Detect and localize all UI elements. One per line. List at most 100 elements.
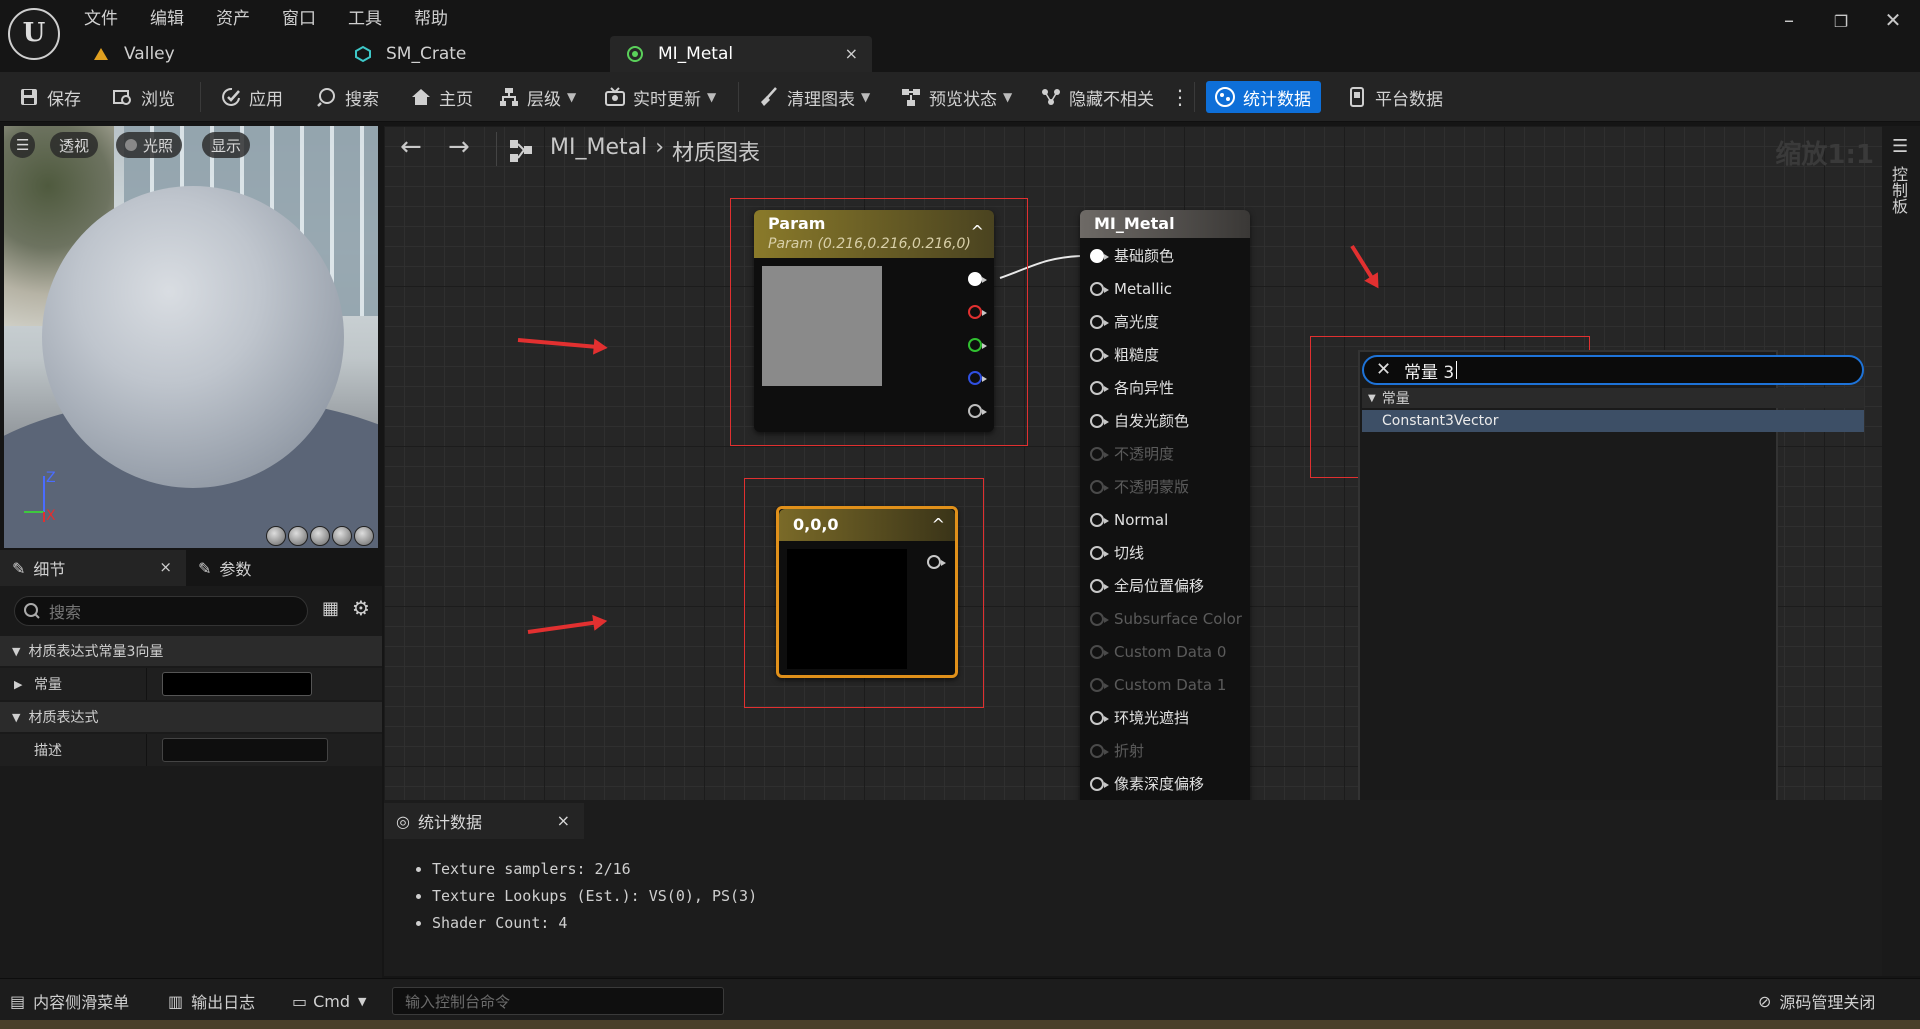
apply-button[interactable]: 应用 <box>220 81 283 113</box>
close-icon[interactable]: ✕ <box>1376 359 1391 380</box>
category-material-expression[interactable]: ▼ 材质表达式 <box>0 702 382 732</box>
live-update-button[interactable]: 实时更新 ▼ <box>604 81 716 113</box>
minimize-button[interactable]: – <box>1774 8 1804 36</box>
menu-edit[interactable]: 编辑 <box>150 4 184 29</box>
input-pin[interactable] <box>1090 347 1109 362</box>
restore-button[interactable]: ❐ <box>1826 12 1856 40</box>
gear-icon[interactable]: ⚙ <box>352 596 370 620</box>
clean-graph-button[interactable]: 清理图表 ▼ <box>758 81 870 113</box>
material-input-row[interactable]: 各向异性 <box>1090 374 1174 401</box>
input-pin[interactable] <box>1090 743 1109 758</box>
console-command-input[interactable]: 输入控制台命令 <box>392 987 724 1015</box>
unreal-logo[interactable]: U <box>8 8 60 60</box>
preview-state-button[interactable]: 预览状态 ▼ <box>900 81 1012 113</box>
material-input-row[interactable]: 切线 <box>1090 539 1144 566</box>
sphere-preview-icon[interactable] <box>288 526 308 546</box>
tab-mi-metal[interactable]: MI_Metal × <box>610 36 872 72</box>
source-control-button[interactable]: ⊘ 源码管理关闭 <box>1758 987 1875 1015</box>
input-pin[interactable] <box>1090 611 1109 626</box>
plane-preview-icon[interactable] <box>310 526 330 546</box>
input-pin[interactable] <box>1090 776 1109 791</box>
cube-preview-icon[interactable] <box>332 526 352 546</box>
material-input-row[interactable]: Custom Data 0 <box>1090 638 1226 665</box>
input-label: 各向异性 <box>1114 379 1175 397</box>
material-input-row[interactable]: 自发光颜色 <box>1090 407 1189 434</box>
save-button[interactable]: 保存 <box>18 81 81 113</box>
tab-params[interactable]: ✎ 参数 <box>186 550 251 586</box>
hierarchy-button[interactable]: 层级 ▼ <box>498 81 576 113</box>
material-input-row[interactable]: Subsurface Color <box>1090 605 1242 632</box>
close-tab-icon[interactable]: × <box>845 44 858 63</box>
palette-category-constants[interactable]: ▼ 常量 <box>1362 388 1864 408</box>
input-pin[interactable] <box>1090 380 1109 395</box>
input-pin[interactable] <box>1090 479 1109 494</box>
table-view-icon[interactable]: ▦ <box>322 598 339 619</box>
browse-button[interactable]: 浏览 <box>112 81 175 113</box>
preview-viewport[interactable]: ☰ 透视 光照 显示 Z X <box>4 126 378 548</box>
input-pin[interactable] <box>1090 446 1109 461</box>
output-log-button[interactable]: ▥ 输出日志 <box>168 987 255 1015</box>
constant-color-swatch[interactable] <box>162 672 312 696</box>
menu-asset[interactable]: 资产 <box>216 4 250 29</box>
input-pin[interactable] <box>1090 644 1109 659</box>
material-input-row[interactable]: Metallic <box>1090 275 1172 302</box>
chevron-right-icon[interactable]: ▶ <box>14 678 22 691</box>
menu-help[interactable]: 帮助 <box>414 4 448 29</box>
cmd-dropdown[interactable]: ▭ Cmd ▼ <box>292 987 367 1015</box>
menu-file[interactable]: 文件 <box>84 4 118 29</box>
menu-tools[interactable]: 工具 <box>348 4 382 29</box>
material-input-row[interactable]: Normal <box>1090 506 1168 533</box>
material-input-row[interactable]: 像素深度偏移 <box>1090 770 1204 797</box>
stats-button[interactable]: 统计数据 <box>1206 81 1321 113</box>
perspective-button[interactable]: 透视 <box>50 132 99 158</box>
cylinder-preview-icon[interactable] <box>266 526 286 546</box>
preview-mesh-selector[interactable] <box>266 526 378 548</box>
material-node-header[interactable]: MI_Metal <box>1080 210 1250 238</box>
material-input-row[interactable]: 不透明蒙版 <box>1090 473 1189 500</box>
input-pin[interactable] <box>1090 677 1109 692</box>
lighting-button[interactable]: 光照 <box>116 132 183 158</box>
material-input-row[interactable]: 全局位置偏移 <box>1090 572 1204 599</box>
list-icon[interactable]: ☰ <box>1892 136 1908 157</box>
tab-stats[interactable]: ◎ 统计数据 × <box>384 803 584 839</box>
tab-valley[interactable]: Valley <box>76 36 338 72</box>
input-pin[interactable] <box>1090 545 1109 560</box>
palette-tab[interactable]: 控制板 <box>1889 166 1910 214</box>
input-pin[interactable] <box>1090 413 1109 428</box>
content-drawer-button[interactable]: ▤ 内容侧滑菜单 <box>10 987 129 1015</box>
toolbar-more-icon[interactable]: ⋮ <box>1170 81 1190 113</box>
material-input-row[interactable]: 折射 <box>1090 737 1144 764</box>
description-input[interactable] <box>162 738 328 762</box>
input-pin[interactable] <box>1090 248 1109 263</box>
material-input-row[interactable]: Custom Data 1 <box>1090 671 1226 698</box>
input-pin[interactable] <box>1090 710 1109 725</box>
close-tab-icon[interactable]: × <box>557 811 570 830</box>
material-result-node[interactable]: MI_Metal 基础颜色 Metallic 高光度粗糙度各向异性自发光颜色不透明度… <box>1080 210 1250 800</box>
tab-sm-crate[interactable]: SM_Crate <box>338 36 610 72</box>
home-button[interactable]: 主页 <box>410 81 473 113</box>
input-pin[interactable] <box>1090 314 1109 329</box>
input-pin[interactable] <box>1090 578 1109 593</box>
material-input-row[interactable]: 基础颜色 <box>1090 242 1174 269</box>
tab-details[interactable]: ✎ 细节 × <box>0 550 186 586</box>
hide-unrelated-button[interactable]: 隐藏不相关 <box>1040 81 1154 113</box>
input-pin[interactable] <box>1090 281 1109 296</box>
search-button[interactable]: 搜索 <box>316 81 379 113</box>
palette-result-constant3vector[interactable]: Constant3Vector <box>1362 410 1864 432</box>
input-pin[interactable] <box>1090 512 1109 527</box>
menu-window[interactable]: 窗口 <box>282 4 316 29</box>
platform-stats-button[interactable]: 平台数据 <box>1346 81 1443 113</box>
material-input-row[interactable]: 不透明度 <box>1090 440 1174 467</box>
custom-mesh-preview-icon[interactable] <box>354 526 374 546</box>
close-window-button[interactable]: ✕ <box>1878 8 1908 36</box>
material-input-row[interactable]: 环境光遮挡 <box>1090 704 1189 731</box>
details-search-input[interactable]: 搜索 <box>14 596 308 626</box>
text-cursor <box>1456 361 1458 379</box>
show-button[interactable]: 显示 <box>202 132 251 158</box>
category-constant3vector[interactable]: ▼ 材质表达式常量3向量 <box>0 636 382 666</box>
material-input-row[interactable]: 高光度 <box>1090 308 1159 335</box>
pencil-icon: ✎ <box>12 558 26 578</box>
close-tab-icon[interactable]: × <box>159 558 172 576</box>
palette-search-input[interactable]: ✕ 常量 3 <box>1362 355 1864 385</box>
material-input-row[interactable]: 粗糙度 <box>1090 341 1159 368</box>
